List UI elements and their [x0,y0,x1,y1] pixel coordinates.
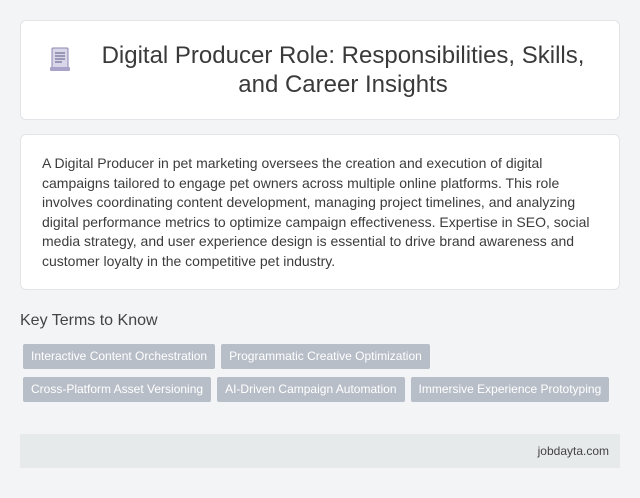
tag-ai-driven-campaign-automation[interactable]: AI-Driven Campaign Automation [217,377,405,402]
key-terms-heading: Key Terms to Know [20,312,158,329]
description-card: A Digital Producer in pet marketing over… [20,134,620,290]
tag-row: Cross-Platform Asset Versioning AI-Drive… [23,377,623,402]
footer: jobdayta.com [20,434,620,468]
page: Digital Producer Role: Responsibilities,… [0,0,640,498]
tag-cross-platform-asset-versioning[interactable]: Cross-Platform Asset Versioning [23,377,212,402]
description-text: A Digital Producer in pet marketing over… [42,155,590,269]
document-icon [49,47,71,73]
title-card: Digital Producer Role: Responsibilities,… [20,20,620,120]
footer-site-link[interactable]: jobdayta.com [538,444,609,458]
title-row: Digital Producer Role: Responsibilities,… [49,41,591,99]
page-title: Digital Producer Role: Responsibilities,… [101,42,585,98]
key-terms-tags: Interactive Content Orchestration Progra… [23,344,623,410]
tag-immersive-experience-prototyping[interactable]: Immersive Experience Prototyping [410,377,610,402]
tag-programmatic-creative-optimization[interactable]: Programmatic Creative Optimization [221,344,430,369]
tag-row: Interactive Content Orchestration Progra… [23,344,623,369]
tag-interactive-content-orchestration[interactable]: Interactive Content Orchestration [23,344,216,369]
